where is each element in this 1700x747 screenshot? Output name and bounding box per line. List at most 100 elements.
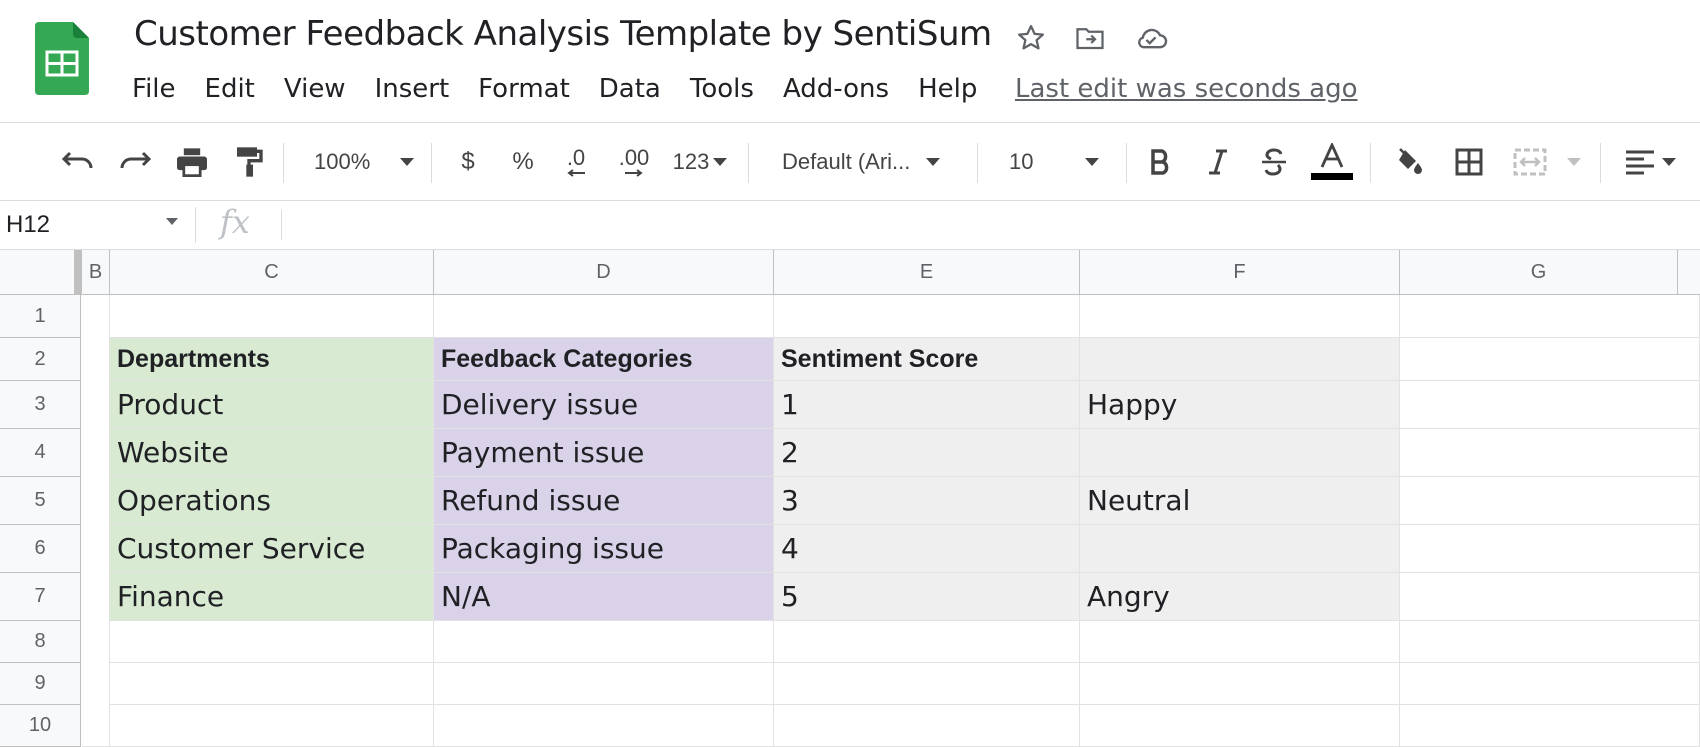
column-header-b[interactable]: B — [82, 250, 110, 295]
cell-e9[interactable] — [774, 663, 1080, 705]
menu-tools[interactable]: Tools — [690, 74, 754, 104]
menu-help[interactable]: Help — [918, 74, 977, 104]
column-header-c[interactable]: C — [110, 250, 434, 295]
cell-g9[interactable] — [1400, 663, 1700, 705]
cell-e5[interactable]: 3 — [774, 477, 1080, 525]
cell-g6[interactable] — [1400, 525, 1700, 573]
cell-e8[interactable] — [774, 621, 1080, 663]
strikethrough-icon[interactable] — [1253, 123, 1295, 200]
row-header-3[interactable]: 3 — [0, 381, 81, 429]
row-header-8[interactable]: 8 — [0, 621, 81, 663]
column-b-cells[interactable] — [82, 295, 110, 747]
percent-button[interactable]: % — [503, 123, 543, 200]
currency-button[interactable]: $ — [448, 123, 488, 200]
cell-c3[interactable]: Product — [110, 381, 434, 429]
cell-g5[interactable] — [1400, 477, 1700, 525]
row-header-4[interactable]: 4 — [0, 429, 81, 477]
cell-d9[interactable] — [434, 663, 774, 705]
cell-g1[interactable] — [1400, 295, 1700, 338]
cell-c8[interactable] — [110, 621, 434, 663]
chevron-down-icon[interactable] — [166, 218, 178, 226]
cell-d7[interactable]: N/A — [434, 573, 774, 621]
cell-g4[interactable] — [1400, 429, 1700, 477]
menu-edit[interactable]: Edit — [205, 74, 255, 104]
cell-d1[interactable] — [434, 295, 774, 338]
last-edit-link[interactable]: Last edit was seconds ago — [1015, 74, 1358, 104]
undo-icon[interactable] — [56, 123, 100, 200]
star-icon[interactable] — [1013, 20, 1049, 56]
cell-f1[interactable] — [1080, 295, 1400, 338]
cell-c10[interactable] — [110, 705, 434, 747]
decrease-decimal-button[interactable]: .0 — [556, 123, 596, 200]
paint-format-icon[interactable] — [227, 123, 271, 200]
print-icon[interactable] — [170, 123, 214, 200]
borders-icon[interactable] — [1449, 123, 1489, 200]
cell-c1[interactable] — [110, 295, 434, 338]
row-header-6[interactable]: 6 — [0, 525, 81, 573]
menu-insert[interactable]: Insert — [375, 74, 450, 104]
column-header-e[interactable]: E — [774, 250, 1080, 295]
cell-e7[interactable]: 5 — [774, 573, 1080, 621]
cell-g10[interactable] — [1400, 705, 1700, 747]
name-box[interactable]: H12 — [6, 211, 50, 239]
cell-e2[interactable]: Sentiment Score — [774, 338, 1080, 381]
menu-file[interactable]: File — [132, 74, 176, 104]
cell-c6[interactable]: Customer Service — [110, 525, 434, 573]
cell-d2[interactable]: Feedback Categories — [434, 338, 774, 381]
font-size-select[interactable]: 10 — [995, 123, 1111, 200]
sheets-logo[interactable] — [35, 22, 89, 95]
text-color-button[interactable] — [1310, 123, 1354, 200]
cell-g2[interactable] — [1400, 338, 1700, 381]
cell-d8[interactable] — [434, 621, 774, 663]
cloud-saved-icon[interactable] — [1133, 20, 1169, 56]
cell-c5[interactable]: Operations — [110, 477, 434, 525]
redo-icon[interactable] — [113, 123, 157, 200]
fill-color-icon[interactable] — [1388, 123, 1428, 200]
row-header-1[interactable]: 1 — [0, 295, 81, 338]
cell-d5[interactable]: Refund issue — [434, 477, 774, 525]
row-header-9[interactable]: 9 — [0, 663, 81, 705]
cell-f4[interactable] — [1080, 429, 1400, 477]
select-all-corner[interactable] — [0, 250, 82, 295]
zoom-select[interactable]: 100% — [300, 123, 430, 200]
column-header-f[interactable]: F — [1080, 250, 1400, 295]
cell-d3[interactable]: Delivery issue — [434, 381, 774, 429]
column-header-g[interactable]: G — [1400, 250, 1678, 295]
font-family-select[interactable]: Default (Ari... — [770, 123, 960, 200]
cell-f5[interactable]: Neutral — [1080, 477, 1400, 525]
cell-f9[interactable] — [1080, 663, 1400, 705]
cell-d6[interactable]: Packaging issue — [434, 525, 774, 573]
cell-d4[interactable]: Payment issue — [434, 429, 774, 477]
cell-f7[interactable]: Angry — [1080, 573, 1400, 621]
document-title[interactable]: Customer Feedback Analysis Template by S… — [134, 14, 992, 54]
menu-addons[interactable]: Add-ons — [783, 74, 889, 104]
cell-e6[interactable]: 4 — [774, 525, 1080, 573]
menu-data[interactable]: Data — [599, 74, 661, 104]
cell-g7[interactable] — [1400, 573, 1700, 621]
cell-c9[interactable] — [110, 663, 434, 705]
freeze-column-handle[interactable] — [74, 250, 82, 295]
cell-f2[interactable] — [1080, 338, 1400, 381]
cell-e10[interactable] — [774, 705, 1080, 747]
cell-d10[interactable] — [434, 705, 774, 747]
horizontal-align-button[interactable] — [1614, 123, 1686, 200]
formula-input[interactable] — [290, 210, 1690, 242]
column-header-h[interactable] — [1678, 250, 1700, 295]
cell-e4[interactable]: 2 — [774, 429, 1080, 477]
cell-c4[interactable]: Website — [110, 429, 434, 477]
row-header-2[interactable]: 2 — [0, 338, 81, 381]
menu-format[interactable]: Format — [478, 74, 570, 104]
cell-g8[interactable] — [1400, 621, 1700, 663]
cell-e1[interactable] — [774, 295, 1080, 338]
increase-decimal-button[interactable]: .00 — [611, 123, 657, 200]
italic-icon[interactable] — [1197, 123, 1239, 200]
move-to-folder-icon[interactable] — [1072, 20, 1108, 56]
bold-icon[interactable] — [1140, 123, 1182, 200]
row-header-7[interactable]: 7 — [0, 573, 81, 621]
cell-f3[interactable]: Happy — [1080, 381, 1400, 429]
cell-c2[interactable]: Departments — [110, 338, 434, 381]
more-formats-button[interactable]: 123 — [668, 123, 732, 200]
cell-f10[interactable] — [1080, 705, 1400, 747]
cell-g3[interactable] — [1400, 381, 1700, 429]
cell-e3[interactable]: 1 — [774, 381, 1080, 429]
